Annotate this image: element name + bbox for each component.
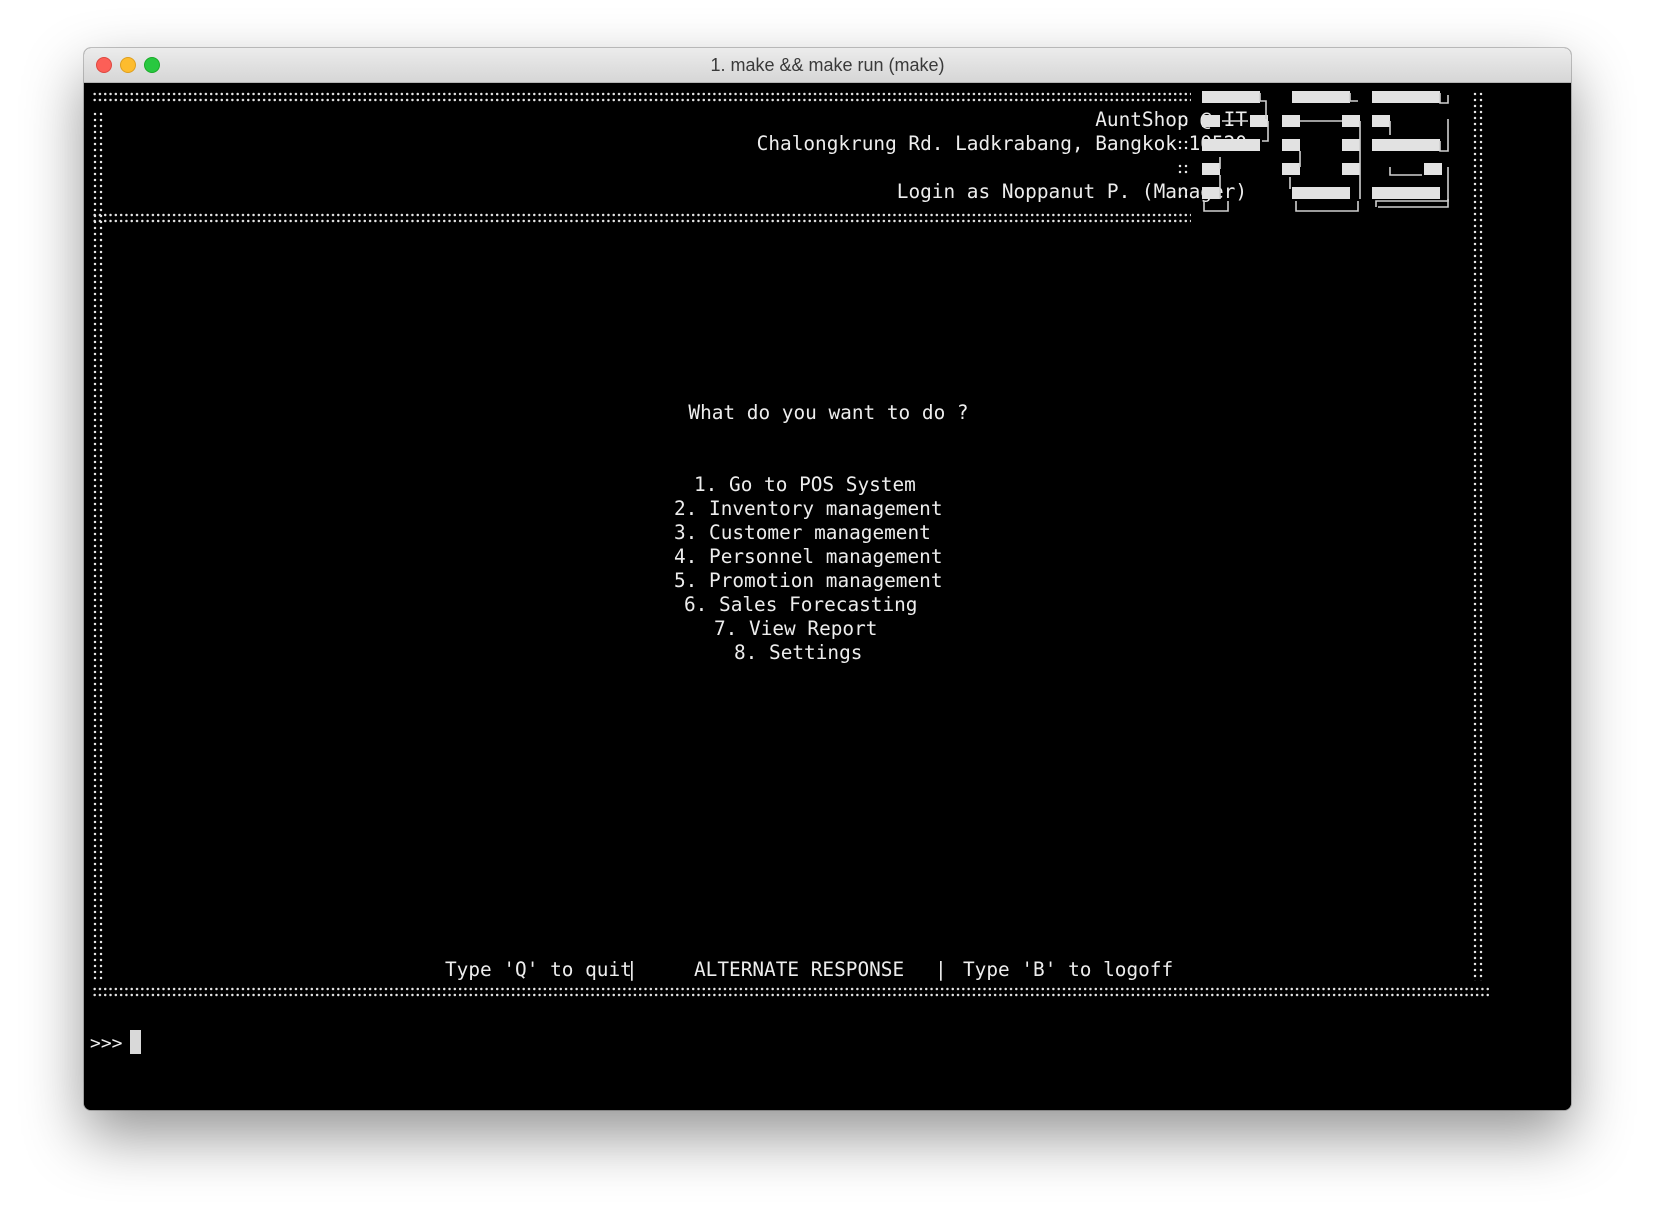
bottom-border: [92, 986, 1491, 998]
logoff-hint: Type 'B' to logoff: [963, 958, 1174, 981]
pos-logo: [1202, 91, 1449, 212]
alternate-response: ALTERNATE RESPONSE: [694, 958, 905, 981]
menu-item-personnel[interactable]: 4. Personnel management: [674, 545, 943, 569]
shop-address: Chalongkrung Rd. Ladkrabang, Bangkok 105…: [756, 132, 1247, 155]
window-title: 1. make && make run (make): [710, 55, 945, 75]
terminal-window: 1. make && make run (make) AuntShop @ IT…: [84, 48, 1571, 1110]
menu-item-promotion[interactable]: 5. Promotion management: [674, 569, 943, 593]
footer-separator: |: [626, 958, 638, 981]
menu-item-inventory[interactable]: 2. Inventory management: [674, 497, 943, 521]
menu-question: What do you want to do ?: [688, 401, 969, 424]
left-border: [92, 111, 104, 981]
right-border: [1472, 91, 1484, 981]
text-cursor[interactable]: [130, 1030, 141, 1054]
header-colon: [1177, 163, 1189, 175]
header-separator: [92, 212, 1191, 224]
top-border: [92, 91, 1191, 103]
menu-item-report[interactable]: 7. View Report: [714, 617, 877, 641]
menu-item-pos[interactable]: 1. Go to POS System: [694, 473, 916, 497]
menu-item-settings[interactable]: 8. Settings: [734, 641, 862, 665]
footer-separator: |: [935, 958, 947, 981]
terminal-screen[interactable]: AuntShop @ IT Chalongkrung Rd. Ladkraban…: [84, 83, 1571, 1110]
login-info: Login as Noppanut P. (Manager): [896, 180, 1247, 203]
command-prompt: >>>: [90, 1033, 123, 1054]
title-bar[interactable]: 1. make && make run (make): [84, 48, 1571, 83]
menu-item-customer[interactable]: 3. Customer management: [674, 521, 931, 545]
menu-item-forecasting[interactable]: 6. Sales Forecasting: [684, 593, 917, 617]
quit-hint: Type 'Q' to quit: [445, 958, 632, 981]
